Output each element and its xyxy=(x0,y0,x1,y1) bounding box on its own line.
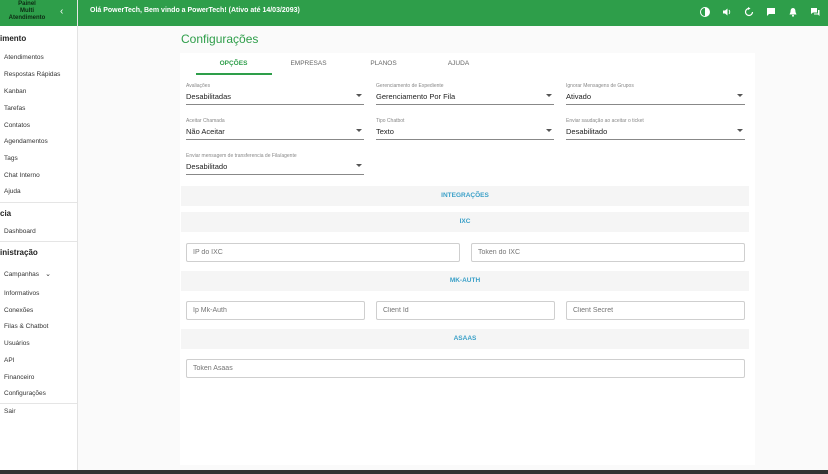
ixc-token-input[interactable] xyxy=(471,243,745,262)
asaas-token-input[interactable] xyxy=(186,359,745,378)
sidebar-item-dashboard[interactable]: Dashboard xyxy=(4,228,36,235)
integracoes-header: INTEGRAÇÕES xyxy=(181,186,749,206)
select-value: Não Aceitar xyxy=(186,127,225,136)
chevron-down-icon[interactable]: ⌄ xyxy=(45,271,51,278)
ixc-header: IXC xyxy=(181,212,749,232)
top-app-bar: Painel Multi Atendimento ‹ Olá PowerTech… xyxy=(0,0,828,26)
sidebar-item-filas-chatbot[interactable]: Filas & Chatbot xyxy=(4,323,48,330)
logo-line: Multi xyxy=(20,8,34,14)
contrast-icon[interactable] xyxy=(698,5,712,19)
asaas-header: ASAAS xyxy=(181,329,749,349)
sidebar-item-ajuda[interactable]: Ajuda xyxy=(4,188,21,195)
chat-icon[interactable] xyxy=(764,5,778,19)
select-value: Ativado xyxy=(566,92,592,101)
page-title: Configurações xyxy=(181,32,259,46)
sidebar-section-atendimento: imento xyxy=(0,34,27,43)
select-label: Avaliações xyxy=(186,83,211,89)
mensagem-transferencia-select[interactable]: Enviar mensagem de transferencia de Fila… xyxy=(186,153,364,175)
volume-icon[interactable] xyxy=(720,5,734,19)
tab-empresas[interactable]: EMPRESAS xyxy=(271,60,346,67)
refresh-icon[interactable] xyxy=(742,5,756,19)
select-label: Tipo Chatbot xyxy=(376,118,405,124)
select-value: Desabilitadas xyxy=(186,92,232,101)
gerenciamento-expediente-select[interactable]: Gerenciamento de Expediente Gerenciament… xyxy=(376,83,554,105)
active-tab-indicator xyxy=(196,73,272,75)
tab-ajuda[interactable]: AJUDA xyxy=(421,60,496,67)
sidebar-item-informativos[interactable]: Informativos xyxy=(4,290,39,297)
dropdown-arrow-icon xyxy=(356,94,362,97)
sidebar-item-kanban[interactable]: Kanban xyxy=(4,88,26,95)
sidebar-item-respostas-rapidas[interactable]: Respostas Rápidas xyxy=(4,71,60,78)
select-value: Desabilitado xyxy=(566,127,608,136)
sidebar-divider xyxy=(0,403,77,404)
sidebar-section-administracao: inistração xyxy=(0,248,38,257)
top-actions xyxy=(698,5,822,19)
tab-opcoes[interactable]: OPÇÕES xyxy=(196,60,271,67)
dropdown-arrow-icon xyxy=(356,164,362,167)
dropdown-arrow-icon xyxy=(737,129,743,132)
sidebar-item-chat-interno[interactable]: Chat Interno xyxy=(4,172,40,179)
select-value: Texto xyxy=(376,127,394,136)
collapse-sidebar-icon[interactable]: ‹ xyxy=(60,6,63,17)
mkauth-client-id-input[interactable] xyxy=(376,301,555,320)
dropdown-arrow-icon xyxy=(737,94,743,97)
sidebar-item-sair[interactable]: Sair xyxy=(4,408,16,415)
bell-icon[interactable] xyxy=(786,5,800,19)
sidebar-item-conexoes[interactable]: Conexões xyxy=(4,307,33,314)
select-label: Enviar saudação ao aceitar o ticket xyxy=(566,118,644,124)
enviar-saudacao-select[interactable]: Enviar saudação ao aceitar o ticket Desa… xyxy=(566,118,745,140)
select-value: Desabilitado xyxy=(186,162,228,171)
logo-line: Atendimento xyxy=(8,15,46,21)
sidebar-item-usuarios[interactable]: Usuários xyxy=(4,340,30,347)
select-label: Enviar mensagem de transferencia de Fila… xyxy=(186,153,297,159)
select-label: Gerenciamento de Expediente xyxy=(376,83,444,89)
sidebar: imento Atendimentos Respostas Rápidas Ka… xyxy=(0,26,78,474)
app-logo: Painel Multi Atendimento xyxy=(2,1,52,22)
logo-line: Painel xyxy=(18,1,36,7)
sidebar-item-atendimentos[interactable]: Atendimentos xyxy=(4,54,44,61)
tipo-chatbot-select[interactable]: Tipo Chatbot Texto xyxy=(376,118,554,140)
mkauth-client-secret-input[interactable] xyxy=(566,301,745,320)
dropdown-arrow-icon xyxy=(546,129,552,132)
select-value: Gerenciamento Por Fila xyxy=(376,92,456,101)
forum-icon[interactable] xyxy=(808,5,822,19)
select-label: Aceitar Chamada xyxy=(186,118,225,124)
sidebar-section-gerencia: cia xyxy=(0,209,12,218)
sidebar-divider xyxy=(0,202,77,203)
mkauth-ip-input[interactable] xyxy=(186,301,365,320)
welcome-message: Olá PowerTech, Bem vindo a PowerTech! (A… xyxy=(90,7,300,14)
sidebar-item-label: Campanhas xyxy=(4,271,40,278)
sidebar-item-agendamentos[interactable]: Agendamentos xyxy=(4,138,48,145)
sidebar-item-tags[interactable]: Tags xyxy=(4,155,18,162)
avaliacoes-select[interactable]: Avaliações Desabilitadas xyxy=(186,83,364,105)
mkauth-header: MK-AUTH xyxy=(181,271,749,291)
bottom-edge xyxy=(0,470,828,474)
select-label: Ignorar Mensagens de Grupos xyxy=(566,83,634,89)
sidebar-item-contatos[interactable]: Contatos xyxy=(4,122,30,129)
tab-planos[interactable]: PLANOS xyxy=(346,60,421,67)
ignorar-mensagens-grupos-select[interactable]: Ignorar Mensagens de Grupos Ativado xyxy=(566,83,745,105)
sidebar-item-campanhas[interactable]: Campanhas ⌄ xyxy=(4,270,51,278)
sidebar-item-tarefas[interactable]: Tarefas xyxy=(4,105,25,112)
dropdown-arrow-icon xyxy=(356,129,362,132)
ixc-ip-input[interactable] xyxy=(186,243,460,262)
sidebar-item-configuracoes[interactable]: Configurações xyxy=(4,390,46,397)
sidebar-divider xyxy=(0,241,77,242)
sidebar-item-financeiro[interactable]: Financeiro xyxy=(4,374,34,381)
aceitar-chamada-select[interactable]: Aceitar Chamada Não Aceitar xyxy=(186,118,364,140)
sidebar-item-api[interactable]: API xyxy=(4,357,14,364)
logo-area: Painel Multi Atendimento ‹ xyxy=(0,0,78,26)
dropdown-arrow-icon xyxy=(546,94,552,97)
